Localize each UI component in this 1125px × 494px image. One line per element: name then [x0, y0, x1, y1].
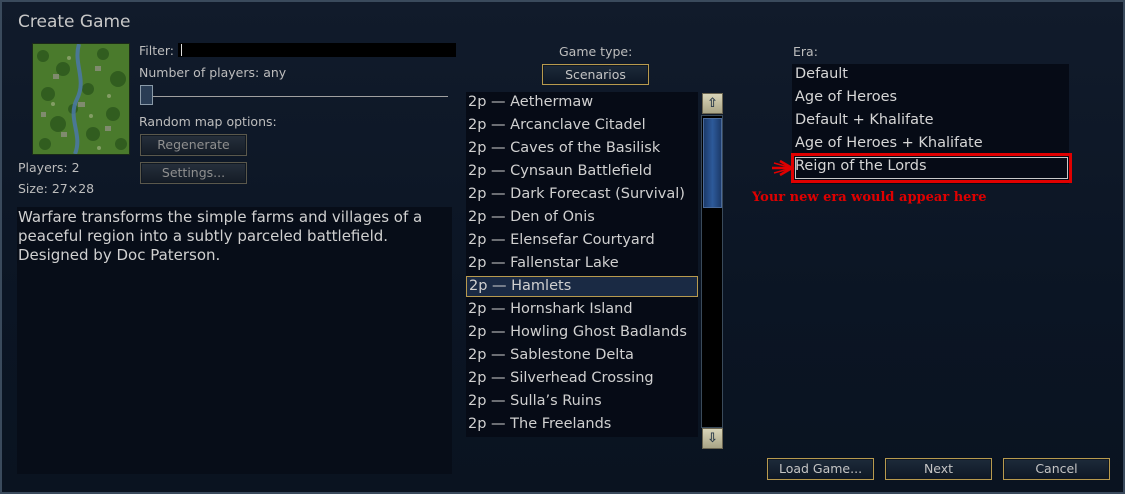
- filter-input[interactable]: [178, 43, 456, 57]
- list-item[interactable]: 2p — Arcanclave Citadel: [466, 115, 698, 136]
- filter-label: Filter:: [139, 43, 174, 58]
- scroll-down-button[interactable]: ⇩: [702, 428, 723, 449]
- era-item[interactable]: Default + Khalifate: [795, 112, 934, 128]
- era-label: Era:: [793, 44, 818, 59]
- dialog-title: Create Game: [18, 12, 131, 32]
- arrow-right-icon: [772, 159, 795, 177]
- scenario-description-panel: Warfare transforms the simple farms and …: [17, 207, 452, 474]
- settings-button[interactable]: Settings...: [140, 162, 247, 184]
- down-arrow-icon: ⇩: [707, 431, 718, 446]
- era-item[interactable]: Age of Heroes: [795, 89, 897, 105]
- annotation-text: Your new era would appear here: [752, 190, 987, 205]
- list-item[interactable]: 2p — Sulla’s Ruins: [466, 391, 698, 412]
- next-button[interactable]: Next: [885, 458, 992, 480]
- game-type-select[interactable]: Scenarios: [542, 64, 649, 85]
- list-item[interactable]: 2p — Aethermaw: [466, 92, 698, 113]
- scroll-up-button[interactable]: ⇧: [702, 93, 723, 114]
- regenerate-button[interactable]: Regenerate: [140, 134, 247, 156]
- list-item-selected[interactable]: 2p — Hamlets: [466, 276, 698, 297]
- era-item[interactable]: Age of Heroes + Khalifate: [795, 135, 983, 151]
- map-preview: [32, 43, 130, 155]
- list-item[interactable]: 2p — Den of Onis: [466, 207, 698, 228]
- random-map-options-label: Random map options:: [139, 114, 277, 129]
- list-item[interactable]: 2p — Silverhead Crossing: [466, 368, 698, 389]
- scenario-description: Warfare transforms the simple farms and …: [18, 208, 423, 264]
- list-item[interactable]: 2p — The Freelands: [466, 414, 698, 435]
- scenario-list: 2p — Aethermaw 2p — Arcanclave Citadel 2…: [466, 92, 698, 437]
- list-item[interactable]: 2p — Hornshark Island: [466, 299, 698, 320]
- load-game-button[interactable]: Load Game...: [767, 458, 874, 480]
- scrollbar-thumb[interactable]: [703, 118, 722, 208]
- list-item[interactable]: 2p — Caves of the Basilisk: [466, 138, 698, 159]
- list-item[interactable]: 2p — Cynsaun Battlefield: [466, 161, 698, 182]
- map-preview-image: [33, 44, 129, 154]
- num-players-slider-handle[interactable]: [140, 85, 153, 105]
- era-item-selection-outline: [795, 157, 1068, 179]
- text-caret: [181, 44, 182, 56]
- num-players-slider-track[interactable]: [152, 96, 448, 97]
- list-item[interactable]: 2p — Fallenstar Lake: [466, 253, 698, 274]
- players-count: Players: 2: [18, 160, 80, 175]
- up-arrow-icon: ⇧: [707, 96, 718, 111]
- list-item[interactable]: 2p — Howling Ghost Badlands: [466, 322, 698, 343]
- list-item[interactable]: 2p — Sablestone Delta: [466, 345, 698, 366]
- num-players-label: Number of players: any: [139, 65, 287, 80]
- list-item[interactable]: 2p — Dark Forecast (Survival): [466, 184, 698, 205]
- era-item[interactable]: Default: [795, 66, 848, 82]
- list-item[interactable]: 2p — Elensefar Courtyard: [466, 230, 698, 251]
- game-type-label: Game type:: [559, 44, 633, 59]
- map-size: Size: 27×28: [18, 181, 95, 196]
- cancel-button[interactable]: Cancel: [1003, 458, 1110, 480]
